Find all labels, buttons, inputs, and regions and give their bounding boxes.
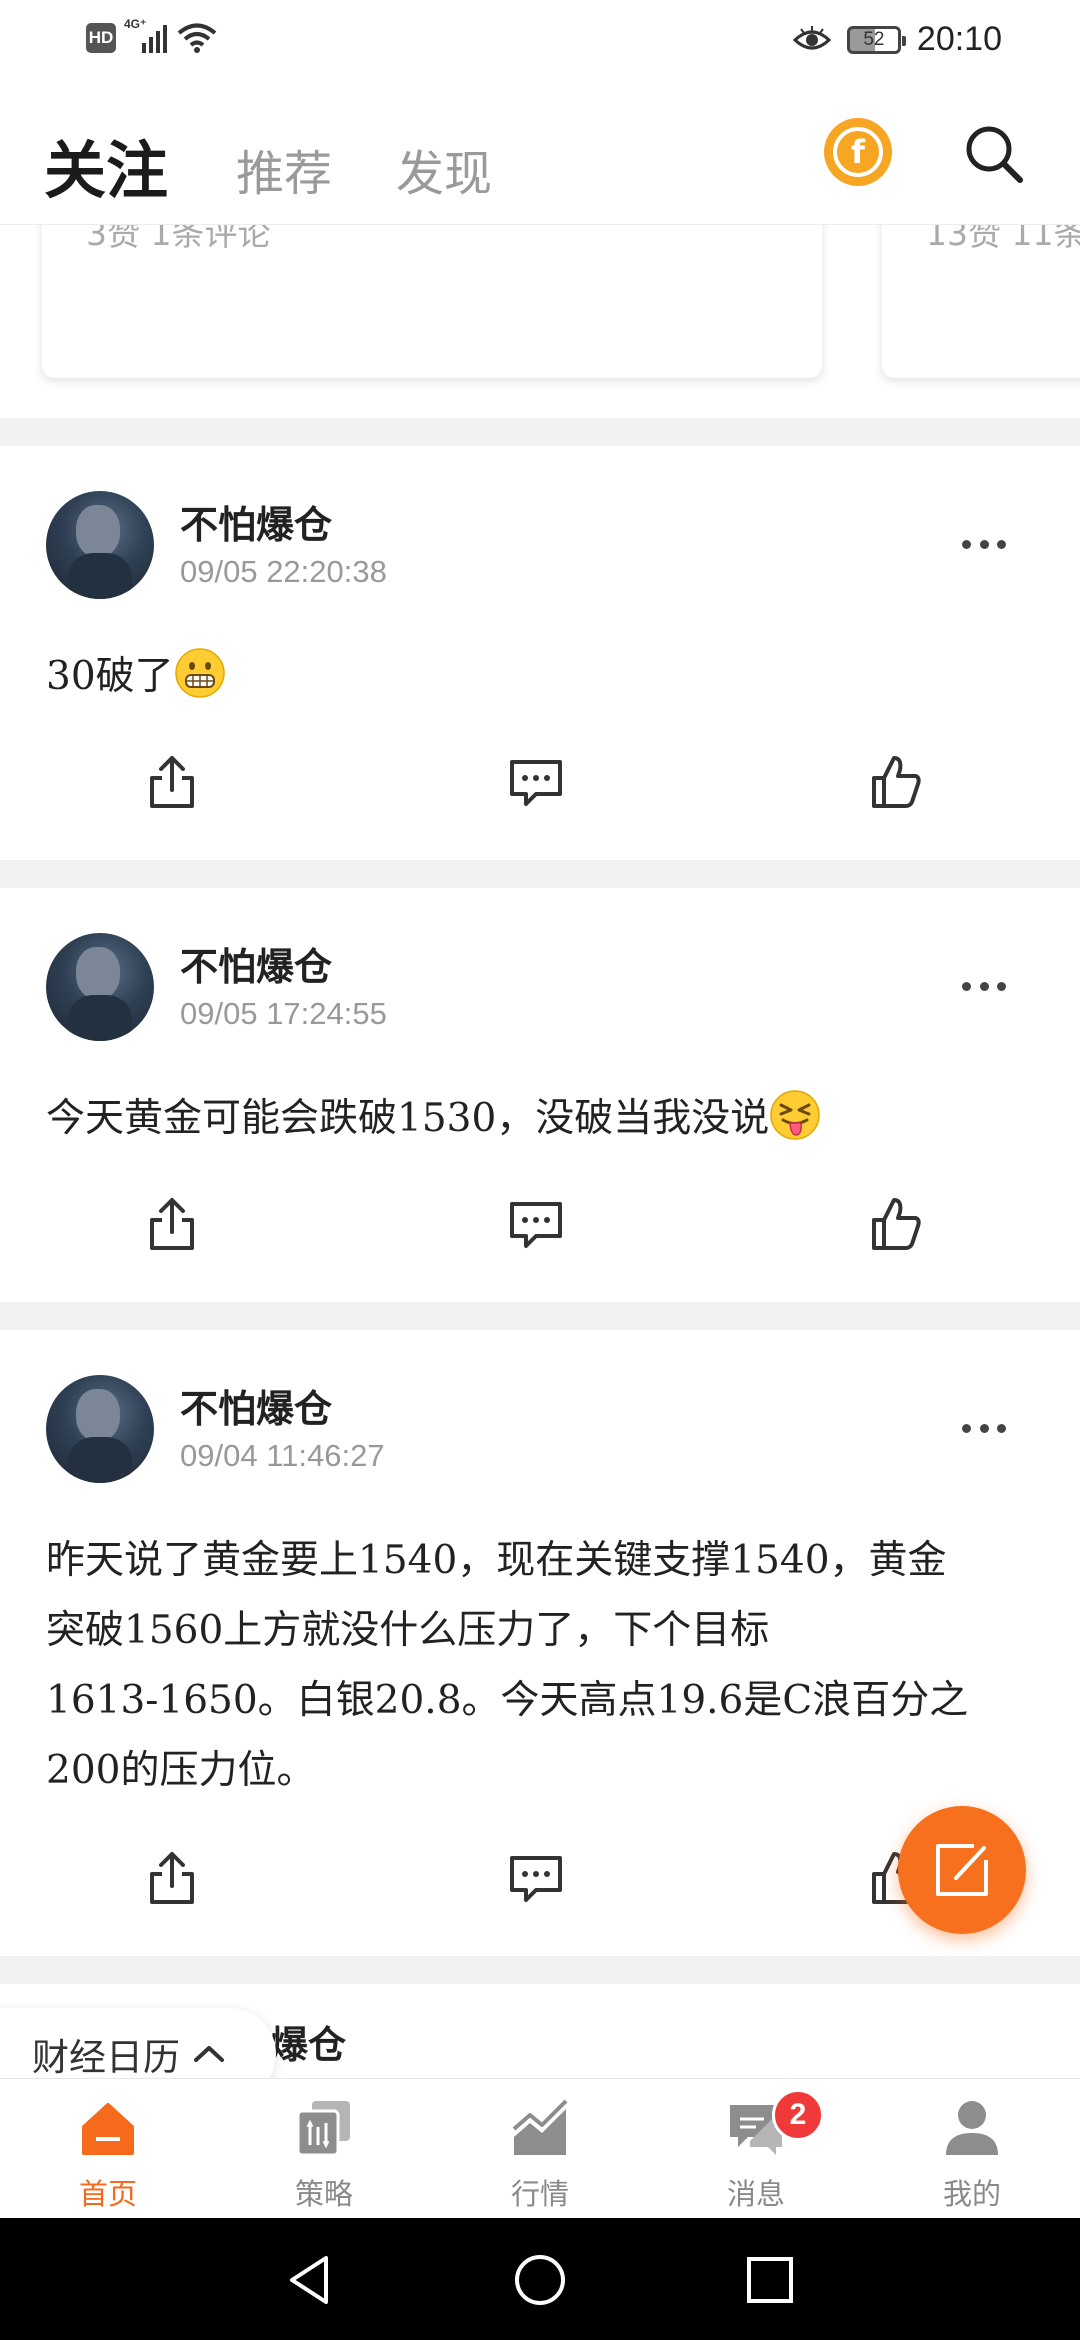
home-circle-icon[interactable] bbox=[512, 2252, 568, 2308]
coin-icon: f bbox=[833, 127, 883, 177]
avatar[interactable] bbox=[46, 933, 154, 1041]
like-icon[interactable] bbox=[866, 752, 926, 812]
nav-label: 消息 bbox=[726, 2177, 785, 2211]
author-name[interactable]: 不怕爆仓 bbox=[180, 494, 332, 549]
comment-icon[interactable] bbox=[506, 752, 566, 812]
post-text[interactable]: 30破了 bbox=[46, 642, 1036, 712]
more-options-icon[interactable] bbox=[962, 1424, 1006, 1436]
eye-comfort-icon bbox=[792, 25, 831, 49]
recents-icon[interactable] bbox=[742, 2252, 798, 2308]
nav-label: 首页 bbox=[78, 2177, 137, 2211]
tab-following[interactable]: 关注 bbox=[44, 120, 168, 210]
post-text-body: 今天黄金可能会跌破1530，没破当我没说 bbox=[46, 1096, 770, 1141]
post-text[interactable]: 今天黄金可能会跌破1530，没破当我没说 bbox=[46, 1084, 1036, 1154]
nav-home[interactable]: 首页 bbox=[0, 2079, 216, 2219]
tongue-out-emoji-icon bbox=[770, 1090, 821, 1140]
avatar[interactable] bbox=[46, 1375, 154, 1483]
nav-label: 策略 bbox=[294, 2177, 353, 2211]
post-card: 不怕爆仓 09/05 17:24:55 今天黄金可能会跌破1530，没破当我没说 bbox=[0, 888, 1080, 1302]
battery-icon: 52 bbox=[846, 25, 906, 54]
bottom-nav: 首页 策略 行情 2 消息 我的 bbox=[0, 2078, 1080, 2218]
compose-button[interactable] bbox=[898, 1806, 1026, 1934]
post-text-line: 1613-1650。白银20.8。今天高点19.6是C浪百分之 bbox=[46, 1678, 969, 1723]
hd-icon: HD bbox=[86, 23, 116, 53]
home-icon bbox=[82, 2103, 134, 2155]
nav-messages[interactable]: 2 消息 bbox=[648, 2079, 864, 2219]
strategy-icon bbox=[296, 2101, 350, 2157]
coin-button[interactable]: f bbox=[824, 118, 892, 186]
top-card[interactable]: 3赞 1条评论 bbox=[42, 225, 822, 378]
post-time: 09/05 17:24:55 bbox=[180, 996, 387, 1031]
divider bbox=[0, 1302, 1080, 1330]
card-stats: 3赞 1条评论 bbox=[86, 225, 271, 253]
back-icon[interactable] bbox=[282, 2252, 338, 2308]
status-left: HD 4G⁺ bbox=[86, 17, 217, 54]
nav-market[interactable]: 行情 bbox=[432, 2079, 648, 2219]
author-name[interactable]: 不怕爆仓 bbox=[180, 936, 332, 991]
post-time: 09/04 11:46:27 bbox=[180, 1438, 385, 1473]
nav-strategy[interactable]: 策略 bbox=[216, 2079, 432, 2219]
horizontal-card-strip: 3赞 1条评论 13赞 11条 bbox=[0, 225, 1080, 418]
comment-icon[interactable] bbox=[506, 1848, 566, 1908]
post-text-line: 突破1560上方就没什么压力了，下个目标 bbox=[46, 1608, 770, 1653]
post-text[interactable]: 昨天说了黄金要上1540，现在关键支撑1540，黄金 突破1560上方就没什么压… bbox=[46, 1526, 1036, 1806]
nav-profile[interactable]: 我的 bbox=[864, 2079, 1080, 2219]
market-chart-icon bbox=[512, 2099, 568, 2155]
status-right: 52 20:10 bbox=[792, 20, 1002, 59]
system-nav-bar bbox=[0, 2218, 1080, 2340]
share-icon[interactable] bbox=[142, 1194, 202, 1254]
divider bbox=[0, 860, 1080, 888]
status-bar: HD 4G⁺ 52 20:10 bbox=[0, 0, 1080, 80]
top-card[interactable]: 13赞 11条 bbox=[882, 225, 1080, 378]
divider bbox=[0, 418, 1080, 446]
avatar[interactable] bbox=[46, 491, 154, 599]
like-icon[interactable] bbox=[866, 1194, 926, 1254]
post-text-line: 200的压力位。 bbox=[46, 1748, 316, 1793]
grimacing-emoji-icon bbox=[174, 648, 225, 698]
divider bbox=[0, 1956, 1080, 1984]
search-icon[interactable] bbox=[962, 122, 1026, 186]
profile-icon bbox=[946, 2101, 998, 2155]
share-icon[interactable] bbox=[142, 1848, 202, 1908]
clock: 20:10 bbox=[916, 20, 1002, 58]
post-time: 09/05 22:20:38 bbox=[180, 554, 387, 589]
battery-level: 52 bbox=[863, 28, 885, 50]
chevron-up-icon bbox=[194, 2046, 224, 2062]
tab-recommended[interactable]: 推荐 bbox=[236, 134, 332, 204]
author-name[interactable]: 爆仓 bbox=[270, 2014, 346, 2069]
unread-badge: 2 bbox=[772, 2089, 824, 2141]
share-icon[interactable] bbox=[142, 752, 202, 812]
more-options-icon[interactable] bbox=[962, 982, 1006, 994]
post-text-body: 30破了 bbox=[46, 654, 174, 699]
post-card: 不怕爆仓 09/05 22:20:38 30破了 bbox=[0, 446, 1080, 860]
signal-icon: 4G⁺ bbox=[124, 17, 167, 53]
network-type: 4G⁺ bbox=[124, 17, 147, 31]
finance-calendar-label: 财经日历 bbox=[32, 2036, 180, 2079]
wifi-icon bbox=[177, 23, 217, 53]
tab-discover[interactable]: 发现 bbox=[396, 134, 492, 204]
top-tab-bar: 关注 推荐 发现 f bbox=[0, 80, 1080, 225]
nav-label: 行情 bbox=[510, 2177, 569, 2211]
nav-label: 我的 bbox=[942, 2177, 1001, 2211]
more-options-icon[interactable] bbox=[962, 540, 1006, 552]
card-stats: 13赞 11条 bbox=[926, 225, 1080, 253]
compose-icon bbox=[936, 1844, 988, 1896]
post-text-line: 昨天说了黄金要上1540，现在关键支撑1540，黄金 bbox=[46, 1538, 947, 1583]
author-name[interactable]: 不怕爆仓 bbox=[180, 1378, 332, 1433]
comment-icon[interactable] bbox=[506, 1194, 566, 1254]
